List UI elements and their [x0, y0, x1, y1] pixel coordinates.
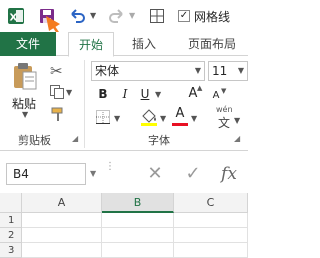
font-color-button[interactable]: A: [172, 106, 188, 124]
decrease-font-size-icon: ▼: [221, 87, 227, 95]
group-separator: [84, 60, 85, 148]
cell[interactable]: [102, 228, 174, 243]
cut-icon[interactable]: ✂: [50, 62, 63, 80]
phonetic-guide-icon[interactable]: 文: [218, 114, 230, 131]
font-size-value: 11: [212, 64, 228, 78]
underline-dropdown-icon[interactable]: ▼: [155, 90, 161, 99]
cell[interactable]: [22, 243, 102, 258]
tab-insert[interactable]: 插入: [122, 32, 166, 57]
tab-home[interactable]: 开始: [68, 32, 114, 57]
row-header[interactable]: 2: [0, 228, 22, 243]
borders-icon[interactable]: [96, 110, 110, 124]
tab-file[interactable]: 文件: [0, 32, 56, 56]
chevron-down-icon: ▼: [237, 66, 244, 75]
redo-dropdown-icon[interactable]: ▼: [129, 11, 135, 20]
gridlines-checkbox[interactable]: ✓: [178, 10, 190, 22]
name-box[interactable]: B4: [6, 163, 86, 185]
cell[interactable]: [102, 213, 174, 228]
enter-formula-icon[interactable]: ✓: [180, 161, 206, 187]
excel-logo-icon: X: [8, 8, 24, 24]
clipboard-group-label: 剪贴板: [18, 134, 51, 147]
name-box-value: B4: [13, 167, 29, 181]
phonetic-guide-label[interactable]: wén: [216, 105, 233, 114]
cell[interactable]: [102, 243, 174, 258]
cell[interactable]: [174, 243, 248, 258]
borders-dropdown-icon[interactable]: ▼: [114, 114, 120, 123]
insert-function-icon[interactable]: fx: [216, 161, 242, 187]
phonetic-dropdown-icon[interactable]: ▼: [234, 116, 240, 125]
tab-page-layout[interactable]: 页面布局: [176, 32, 248, 57]
font-color-dropdown-icon[interactable]: ▼: [191, 114, 197, 123]
cell[interactable]: [22, 213, 102, 228]
fill-color-icon[interactable]: [140, 107, 158, 127]
chevron-down-icon: ▼: [194, 66, 201, 75]
select-all-corner[interactable]: [0, 193, 22, 213]
paste-icon[interactable]: [12, 62, 38, 92]
gridlines-label: 网格线: [194, 10, 231, 24]
redo-button[interactable]: [107, 6, 127, 26]
copy-icon[interactable]: [50, 85, 64, 99]
italic-button[interactable]: I: [118, 86, 132, 104]
copy-dropdown-icon[interactable]: ▼: [66, 88, 72, 97]
cell[interactable]: [174, 228, 248, 243]
row-header[interactable]: 3: [0, 243, 22, 258]
svg-text:X: X: [10, 13, 18, 24]
font-name-dropdown[interactable]: 宋体 ▼: [91, 61, 205, 81]
paste-dropdown-icon[interactable]: ▼: [22, 110, 28, 119]
column-header[interactable]: C: [174, 193, 248, 213]
font-size-dropdown[interactable]: 11 ▼: [208, 61, 248, 81]
row-header[interactable]: 1: [0, 213, 22, 228]
name-box-dropdown-icon[interactable]: ▼: [90, 169, 96, 178]
increase-font-size-icon: ▲: [197, 84, 203, 92]
font-group-label: 字体: [148, 134, 170, 147]
font-color-bar: [172, 123, 188, 126]
column-header[interactable]: B: [102, 193, 174, 213]
borders-grid-icon[interactable]: [150, 9, 164, 23]
font-name-value: 宋体: [95, 64, 120, 78]
cancel-formula-icon[interactable]: ✕: [142, 161, 168, 187]
cell[interactable]: [174, 213, 248, 228]
underline-button[interactable]: U: [138, 86, 152, 104]
format-painter-icon[interactable]: [50, 107, 66, 123]
cell[interactable]: [22, 228, 102, 243]
formula-bar-grip-icon[interactable]: ⋮: [105, 162, 115, 172]
font-dialog-launcher-icon[interactable]: ◢: [234, 134, 240, 143]
bold-button[interactable]: B: [96, 86, 110, 104]
column-header[interactable]: A: [22, 193, 102, 213]
fill-color-dropdown-icon[interactable]: ▼: [160, 114, 166, 123]
clipboard-dialog-launcher-icon[interactable]: ◢: [72, 134, 78, 143]
